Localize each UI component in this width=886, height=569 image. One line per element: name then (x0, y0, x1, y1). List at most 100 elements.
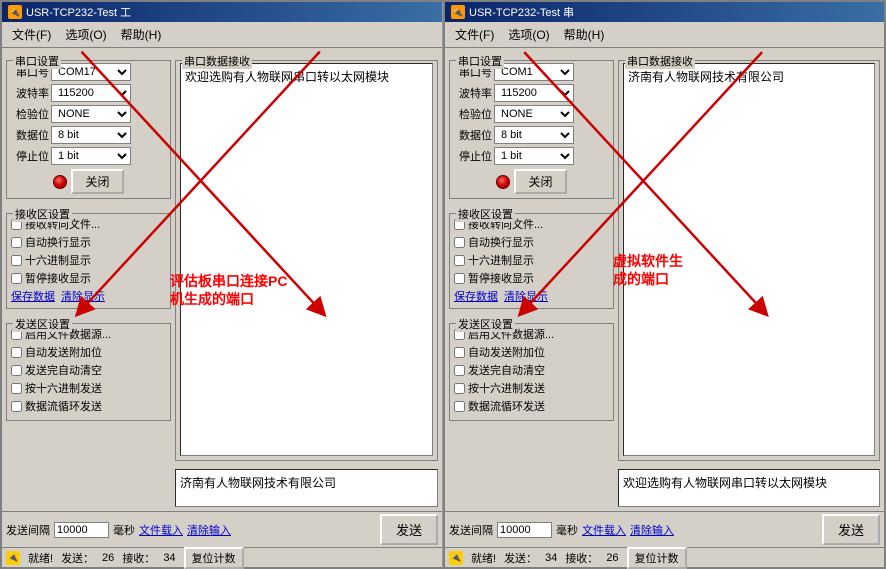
status-text-1: 就绪! (28, 550, 53, 566)
data-select-2[interactable]: 8 bit (494, 126, 574, 144)
title-1: USR-TCP232-Test 工 (26, 4, 131, 20)
serial-settings-title-1: 串口设置 (13, 53, 61, 69)
serial-settings-title-2: 串口设置 (456, 53, 504, 69)
parity-select-1[interactable]: NONE (51, 105, 131, 123)
send-cb-2-1: 自动发送附加位 (454, 344, 609, 360)
recv-checkbox-2-1[interactable] (454, 237, 465, 248)
send-btn-2[interactable]: 发送 (822, 514, 880, 545)
parity-row-2: 检验位 NONE (454, 105, 609, 123)
menu-file-2[interactable]: 文件(F) (449, 24, 500, 45)
file-load-link-1[interactable]: 文件载入 (139, 522, 183, 538)
menu-file-1[interactable]: 文件(F) (6, 24, 57, 45)
send-cb-2-2: 发送完自动清空 (454, 362, 609, 378)
reset-count-btn-2[interactable]: 复位计数 (627, 547, 687, 569)
recv-settings-1: 接收区设置 接收转向文件... 自动换行显示 十六进制显示 (6, 213, 171, 309)
right-panel-2: 串口数据接收 济南有人物联网技术有限公司 欢迎选购有人物联网串口转以太网模块 (618, 52, 880, 507)
recv-cb-label-2-2: 十六进制显示 (468, 252, 534, 268)
stop-row-1: 停止位 1 bit (11, 147, 166, 165)
baud-select-2[interactable]: 115200 (494, 84, 574, 102)
recv-cb-label-1-3: 暂停接收显示 (25, 270, 91, 286)
recv-checkbox-1-1[interactable] (11, 237, 22, 248)
clear-display-link-2[interactable]: 清除显示 (504, 288, 548, 304)
file-load-link-2[interactable]: 文件载入 (582, 522, 626, 538)
send-cb-label-2-3: 按十六进制发送 (468, 380, 545, 396)
status-text-2: 就绪! (471, 550, 496, 566)
recv-checkbox-2-2[interactable] (454, 255, 465, 266)
send-cb-label-2-1: 自动发送附加位 (468, 344, 545, 360)
save-data-link-2[interactable]: 保存数据 (454, 288, 498, 304)
recv-cb-2-1: 自动换行显示 (454, 234, 609, 250)
app-icon-1: 🔌 (8, 5, 22, 19)
recv-checkbox-1-2[interactable] (11, 255, 22, 266)
menu-options-1[interactable]: 选项(O) (59, 24, 112, 45)
send-cb-label-1-4: 数据流循环发送 (25, 398, 102, 414)
recv-data-group-1: 串口数据接收 欢迎选购有人物联网串口转以太网模块 (175, 60, 438, 461)
send-count-2: 34 (545, 552, 557, 564)
statusbar-2: 🔌 就绪! 发送： 34 接收： 26 复位计数 (445, 547, 884, 567)
recv-display-1: 欢迎选购有人物联网串口转以太网模块 (180, 63, 433, 456)
interval-input-2[interactable] (497, 522, 552, 538)
left-panel-2: 串口设置 串口号 COM1 COM17 波特率 115200 (449, 52, 614, 507)
send-checkbox-1-1[interactable] (11, 347, 22, 358)
stop-select-2[interactable]: 1 bit (494, 147, 574, 165)
send-cb-1-4: 数据流循环发送 (11, 398, 166, 414)
clear-display-link-1[interactable]: 清除显示 (61, 288, 105, 304)
send-count-1: 26 (102, 552, 114, 564)
parity-select-2[interactable]: NONE (494, 105, 574, 123)
com-select-2[interactable]: COM1 COM17 (494, 63, 574, 81)
serial-settings-2: 串口设置 串口号 COM1 COM17 波特率 115200 (449, 60, 614, 199)
stop-select-1[interactable]: 1 bit (51, 147, 131, 165)
recv-cb-2-3: 暂停接收显示 (454, 270, 609, 286)
send-display-2[interactable]: 欢迎选购有人物联网串口转以太网模块 (618, 469, 880, 507)
ms-label-1: 毫秒 (113, 522, 135, 538)
send-settings-1: 发送区设置 启用文件数据源... 自动发送附加位 发送完自动清空 (6, 323, 171, 421)
send-checkbox-2-4[interactable] (454, 401, 465, 412)
status-icon-2: 🔌 (449, 551, 463, 565)
stop-label-2: 停止位 (454, 148, 492, 164)
clear-input-link-1[interactable]: 清除输入 (187, 522, 231, 538)
baud-row-1: 波特率 115200 (11, 84, 166, 102)
recv-checkbox-2-3[interactable] (454, 273, 465, 284)
com-select-1[interactable]: COM17 COM1 (51, 63, 131, 81)
clear-input-link-2[interactable]: 清除输入 (630, 522, 674, 538)
open-close-btn-2[interactable]: 关闭 (514, 169, 566, 194)
send-checkbox-1-2[interactable] (11, 365, 22, 376)
menu-options-2[interactable]: 选项(O) (502, 24, 555, 45)
reset-count-btn-1[interactable]: 复位计数 (184, 547, 244, 569)
recv-checkbox-1-3[interactable] (11, 273, 22, 284)
content-2: 串口设置 串口号 COM1 COM17 波特率 115200 (445, 48, 884, 511)
title-2: USR-TCP232-Test 串 (469, 4, 574, 20)
menubar-1: 文件(F) 选项(O) 帮助(H) (2, 22, 442, 48)
recv-count-label-1: 接收： (122, 550, 155, 566)
send-cb-label-1-2: 发送完自动清空 (25, 362, 102, 378)
send-checkbox-1-4[interactable] (11, 401, 22, 412)
baud-row-2: 波特率 115200 (454, 84, 609, 102)
data-label-1: 数据位 (11, 127, 49, 143)
save-data-link-1[interactable]: 保存数据 (11, 288, 55, 304)
titlebar-1: 🔌 USR-TCP232-Test 工 (2, 2, 442, 22)
data-select-1[interactable]: 8 bit (51, 126, 131, 144)
recv-cb-1-3: 暂停接收显示 (11, 270, 166, 286)
send-settings-title-2: 发送区设置 (456, 316, 515, 332)
interval-input-1[interactable] (54, 522, 109, 538)
recv-cb-1-2: 十六进制显示 (11, 252, 166, 268)
recv-settings-2: 接收区设置 接收转向文件... 自动换行显示 十六进制显示 (449, 213, 614, 309)
open-close-btn-1[interactable]: 关闭 (71, 169, 123, 194)
send-checkbox-2-2[interactable] (454, 365, 465, 376)
send-checkbox-2-1[interactable] (454, 347, 465, 358)
menu-help-1[interactable]: 帮助(H) (115, 24, 168, 45)
recv-cb-label-1-1: 自动换行显示 (25, 234, 91, 250)
send-display-1[interactable]: 济南有人物联网技术有限公司 (175, 469, 438, 507)
parity-row-1: 检验位 NONE (11, 105, 166, 123)
recv-settings-title-2: 接收区设置 (456, 206, 515, 222)
recv-settings-title-1: 接收区设置 (13, 206, 72, 222)
baud-select-1[interactable]: 115200 (51, 84, 131, 102)
parity-label-1: 检验位 (11, 106, 49, 122)
send-checkbox-1-3[interactable] (11, 383, 22, 394)
send-cb-label-1-1: 自动发送附加位 (25, 344, 102, 360)
send-cb-label-2-4: 数据流循环发送 (468, 398, 545, 414)
send-checkbox-2-3[interactable] (454, 383, 465, 394)
ms-label-2: 毫秒 (556, 522, 578, 538)
menu-help-2[interactable]: 帮助(H) (558, 24, 611, 45)
send-btn-1[interactable]: 发送 (380, 514, 438, 545)
